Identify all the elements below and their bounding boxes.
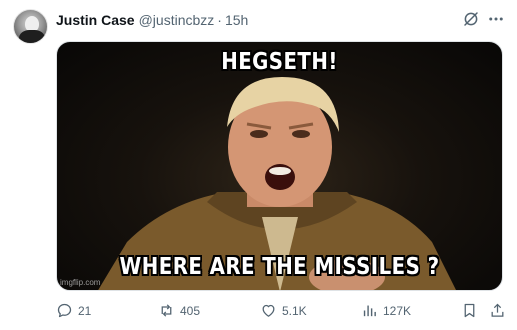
more-icon[interactable] — [487, 10, 505, 28]
views-button[interactable]: 127K — [361, 302, 411, 319]
bookmark-button[interactable] — [461, 302, 478, 319]
repost-icon — [161, 304, 172, 317]
share-icon — [491, 303, 504, 317]
author-name[interactable]: Justin Case — [56, 12, 135, 28]
like-button[interactable]: 5.1K — [260, 302, 307, 319]
repost-count: 405 — [180, 303, 201, 318]
reply-icon — [57, 303, 72, 318]
separator-dot: · — [217, 12, 222, 28]
bookmark-icon — [464, 303, 475, 318]
like-icon — [262, 304, 275, 317]
views-icon — [363, 305, 376, 317]
author-handle[interactable]: @justincbzz — [139, 12, 215, 28]
avatar[interactable] — [13, 9, 48, 44]
like-count: 5.1K — [282, 303, 307, 318]
action-bar: 21 405 5.1K 127K — [0, 302, 517, 322]
post-media-image[interactable]: HEGSETH! WHERE ARE THE MISSILES ? imgfli… — [56, 41, 503, 291]
views-count: 127K — [383, 303, 412, 318]
meme-caption-top: HEGSETH! — [221, 49, 338, 75]
reply-count: 21 — [78, 303, 92, 318]
avatar-body — [19, 30, 45, 43]
post-header: Justin Case @justincbzz · 15h — [56, 11, 248, 29]
reply-button[interactable]: 21 — [56, 302, 91, 319]
grok-icon[interactable] — [462, 10, 480, 28]
watermark: imgflip.com — [60, 278, 101, 287]
meme-caption-bottom: WHERE ARE THE MISSILES ? — [119, 254, 440, 280]
share-button[interactable] — [489, 302, 506, 319]
post-timestamp[interactable]: 15h — [225, 12, 248, 28]
repost-button[interactable]: 405 — [158, 302, 200, 319]
